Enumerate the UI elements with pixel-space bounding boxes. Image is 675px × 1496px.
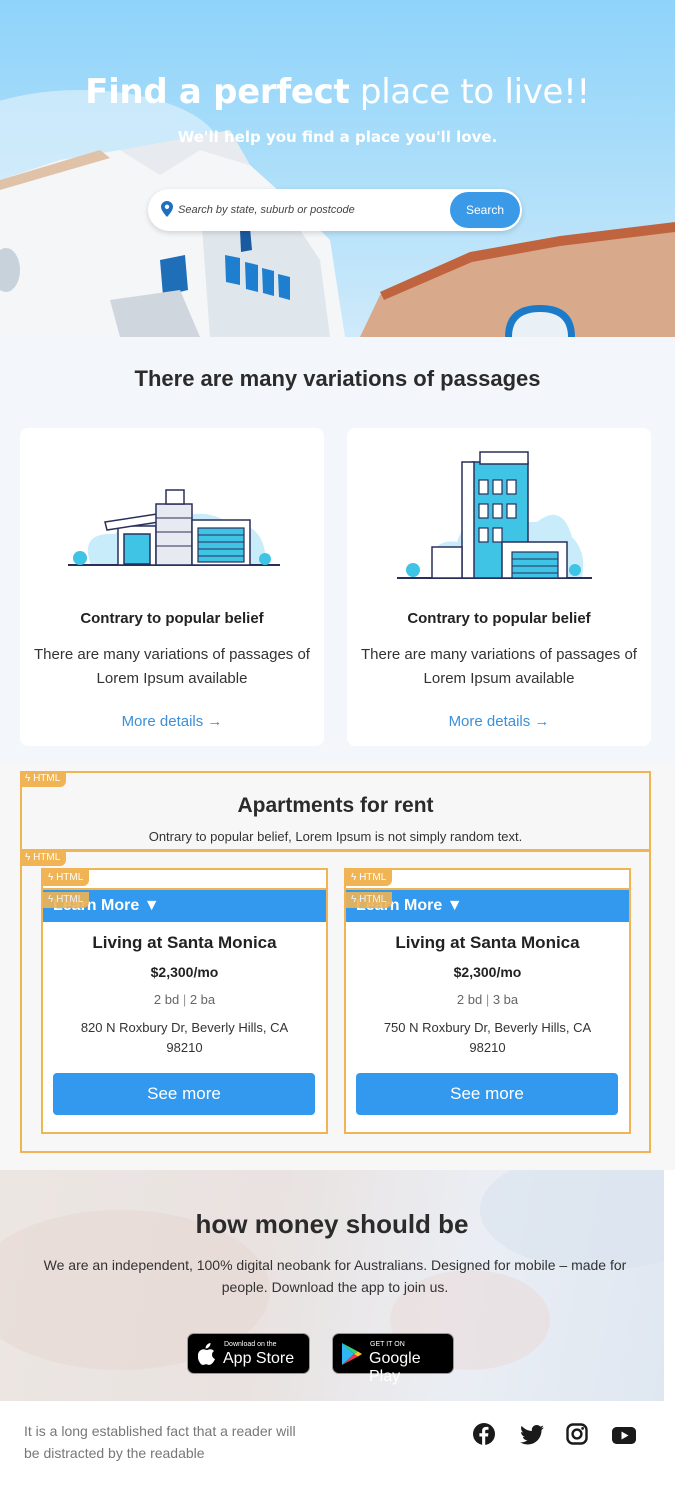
app-store-button[interactable]: Download on the App Store xyxy=(187,1333,310,1374)
listing-address: 820 N Roxbury Dr, Beverly Hills, CA 9821… xyxy=(80,1020,289,1055)
more-details-link[interactable]: More details → xyxy=(347,713,651,730)
listing-card: Learn More ▼ ϟ HTML ϟ HTML Living at San… xyxy=(41,868,328,1134)
html-tag-label: HTML xyxy=(56,872,84,883)
app-store-small-text: Download on the xyxy=(224,1341,277,1348)
listing-card: Learn More ▼ ϟ HTML ϟ HTML Living at San… xyxy=(344,868,631,1134)
apartments-subtitle: Ontrary to popular belief, Lorem Ipsum i… xyxy=(148,829,523,844)
instagram-icon[interactable] xyxy=(566,1423,588,1445)
search-button[interactable]: Search xyxy=(450,192,520,228)
html-tag-label: HTML xyxy=(56,894,84,905)
youtube-icon[interactable] xyxy=(612,1427,636,1444)
feature-card: Contrary to popular belief There are man… xyxy=(347,428,651,746)
apartments-block: ϟ HTML Apartments for rent Ontrary to po… xyxy=(20,771,651,1153)
listing-name: Living at Santa Monica xyxy=(92,933,277,952)
listing-name: Living at Santa Monica xyxy=(395,933,580,952)
listing-rooms: 2 bd | 2 ba xyxy=(153,992,216,1007)
app-store-big-text: App Store xyxy=(223,1350,295,1367)
feature-card-description: There are many variations of passages of… xyxy=(34,646,310,687)
more-details-link[interactable]: More details → xyxy=(20,713,324,730)
hero-title-bold: Find a perfect xyxy=(85,72,350,112)
google-play-icon xyxy=(342,1343,362,1365)
lightning-icon: ϟ xyxy=(351,872,360,883)
lightning-icon: ϟ xyxy=(25,852,34,863)
location-pin-icon xyxy=(161,201,173,217)
html-tag-label: HTML xyxy=(359,894,387,905)
html-block-tag[interactable]: ϟ HTML xyxy=(43,870,90,886)
listing-baths: 3 ba xyxy=(492,992,519,1007)
lightning-icon: ϟ xyxy=(25,773,34,784)
money-description: We are an independent, 100% digital neob… xyxy=(43,1257,627,1295)
feature-card-description: There are many variations of passages of… xyxy=(361,646,637,687)
listing-baths: 2 ba xyxy=(189,992,216,1007)
feature-card: Contrary to popular belief There are man… xyxy=(20,428,324,746)
facebook-icon[interactable] xyxy=(473,1423,495,1445)
hero-title: Find a perfect place to live!! xyxy=(0,72,675,112)
html-block-tag[interactable]: ϟ HTML xyxy=(20,850,67,866)
listing-price: $2,300/mo xyxy=(150,964,219,980)
listing-address: 750 N Roxbury Dr, Beverly Hills, CA 9821… xyxy=(383,1020,592,1055)
hero-title-light: place to live!! xyxy=(359,72,590,112)
lightning-icon: ϟ xyxy=(48,872,57,883)
house-illustration xyxy=(68,489,280,566)
listing-rooms: 2 bd | 3 ba xyxy=(456,992,519,1007)
feature-card-title: Contrary to popular belief xyxy=(80,610,264,627)
listing-beds: 2 bd xyxy=(456,992,483,1007)
html-tag-label: HTML xyxy=(359,872,387,883)
hero-building-image xyxy=(0,90,675,337)
listing-beds: 2 bd xyxy=(153,992,180,1007)
apartments-title: Apartments for rent xyxy=(237,794,434,817)
listing-price: $2,300/mo xyxy=(453,964,522,980)
lightning-icon: ϟ xyxy=(48,894,57,905)
app-download-section: how money should be We are an independen… xyxy=(0,1170,664,1401)
features-section: There are many variations of passages Co… xyxy=(0,337,675,762)
html-block-tag[interactable]: ϟ HTML xyxy=(346,870,393,886)
footer: It is a long established fact that a rea… xyxy=(0,1401,664,1496)
search-bar: Search xyxy=(148,189,522,231)
html-tag-label: HTML xyxy=(33,773,61,784)
features-heading: There are many variations of passages xyxy=(134,366,541,391)
feature-card-title: Contrary to popular belief xyxy=(407,610,591,627)
see-more-button[interactable]: See more xyxy=(356,1073,618,1115)
google-play-big-text: Google Play xyxy=(369,1350,421,1385)
html-block-tag[interactable]: ϟ HTML xyxy=(346,892,393,908)
google-play-button[interactable]: GET IT ON Google Play xyxy=(332,1333,454,1385)
apple-icon xyxy=(198,1343,215,1365)
hero-subtitle: We'll help you find a place you'll love. xyxy=(177,128,498,146)
hero-banner: Find a perfect place to live!! We'll hel… xyxy=(0,0,675,337)
html-block-tag[interactable]: ϟ HTML xyxy=(20,771,67,787)
see-more-button[interactable]: See more xyxy=(53,1073,315,1115)
lightning-icon: ϟ xyxy=(351,894,360,905)
html-tag-label: HTML xyxy=(33,852,61,863)
money-heading: how money should be xyxy=(195,1209,469,1239)
twitter-icon[interactable] xyxy=(520,1425,544,1445)
html-block-tag[interactable]: ϟ HTML xyxy=(43,892,90,908)
footer-text: It is a long established fact that a rea… xyxy=(24,1423,296,1461)
google-play-small-text: GET IT ON xyxy=(370,1341,405,1348)
search-input[interactable] xyxy=(178,199,438,221)
apartments-section: ϟ HTML Apartments for rent Ontrary to po… xyxy=(0,762,675,1170)
apartment-building-illustration xyxy=(397,451,592,579)
block-divider xyxy=(20,849,651,852)
